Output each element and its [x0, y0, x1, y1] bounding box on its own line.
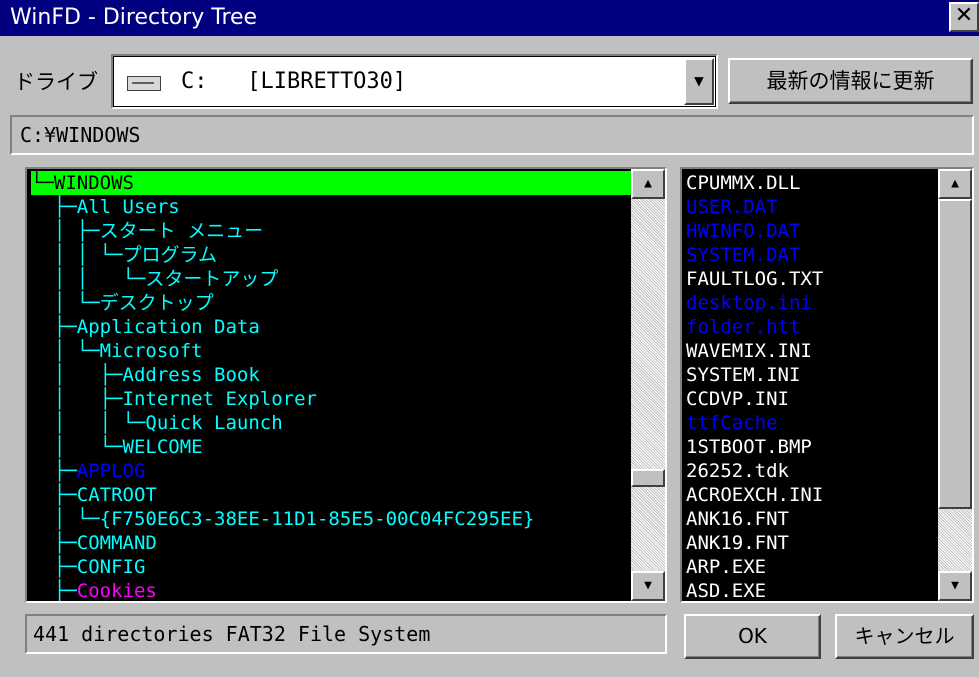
tree-item-label: Quick Launch [145, 412, 283, 434]
tree-item[interactable]: │ │ └─Quick Launch [31, 411, 633, 435]
file-scroll-up-button[interactable]: ▲ [938, 169, 972, 199]
tree-item-label: Internet Explorer [122, 388, 317, 410]
tree-connector: │ └─ [31, 508, 100, 530]
directory-tree-dialog: WinFD - Directory Tree ✕ ドライブ C: [LIBRET… [0, 0, 979, 677]
current-path: C:¥WINDOWS [10, 115, 974, 155]
close-button[interactable]: ✕ [949, 2, 979, 32]
tree-item-label: WINDOWS [53, 172, 134, 194]
tree-item-label: CONFIG [76, 556, 146, 578]
file-item[interactable]: ARP.EXE [686, 555, 936, 579]
tree-connector: └─ [31, 172, 54, 194]
file-item[interactable]: ASD.EXE [686, 579, 936, 601]
tree-item-label: プログラム [122, 244, 217, 266]
tree-connector: ├─ [31, 196, 77, 218]
cancel-button[interactable]: キャンセル [835, 614, 974, 659]
tree-item[interactable]: │ └─Microsoft [31, 339, 633, 363]
tree-connector: │ └─ [31, 292, 100, 314]
tree-connector: │ ├─ [31, 220, 100, 242]
tree-item[interactable]: │ ├─Internet Explorer [31, 387, 633, 411]
file-item[interactable]: CPUMMX.DLL [686, 171, 936, 195]
tree-item-label: CATROOT [76, 484, 157, 506]
status-text: 441 directories FAT32 File System [25, 614, 667, 654]
tree-item-label: スタートアップ [145, 268, 279, 290]
tree-item[interactable]: │ │ └─プログラム [31, 243, 633, 267]
file-item[interactable]: USER.DAT [686, 195, 936, 219]
tree-item[interactable]: ├─CATROOT [31, 483, 633, 507]
tree-connector: │ ├─ [31, 388, 123, 410]
tree-item-label: COMMAND [76, 532, 157, 554]
drive-dropdown-button[interactable]: ▼ [684, 58, 714, 105]
tree-item-label: スタート メニュー [99, 220, 264, 242]
tree-item[interactable]: ├─All Users [31, 195, 633, 219]
file-item[interactable]: folder.htt [686, 315, 936, 339]
tree-item[interactable]: │ └─{F750E6C3-38EE-11D1-85E5-00C04FC295E… [31, 507, 633, 531]
tree-item[interactable]: │ └─デスクトップ [31, 291, 633, 315]
file-list[interactable]: CPUMMX.DLL USER.DAT HWINFO.DAT SYSTEM.DAT FA… [680, 167, 974, 603]
tree-connector: │ └─ [31, 436, 123, 458]
directory-tree-list: └─WINDOWS ├─All Users │ ├─スタート メニュー │ │ … [31, 171, 633, 602]
window-title: WinFD - Directory Tree [10, 5, 258, 30]
drive-label: ドライブ [14, 70, 98, 94]
title-bar: WinFD - Directory Tree ✕ [0, 0, 979, 36]
tree-item-label: {F750E6C3-38EE-11D1-85E5-00C04FC295EE} [99, 508, 535, 530]
file-item[interactable]: 26252.tdk [686, 459, 936, 483]
file-item[interactable]: CCDVP.INI [686, 387, 936, 411]
tree-scroll-down-button[interactable]: ▼ [631, 571, 665, 601]
file-item[interactable]: WAVEMIX.INI [686, 339, 936, 363]
ok-button[interactable]: OK [684, 614, 821, 659]
file-item[interactable]: ANK19.FNT [686, 531, 936, 555]
tree-item-label: Microsoft [99, 340, 203, 362]
tree-connector: ├─ [31, 580, 77, 602]
tree-connector: │ │ └─ [31, 412, 146, 434]
file-scroll-thumb[interactable] [938, 199, 972, 509]
tree-connector: ├─ [31, 316, 77, 338]
tree-connector: ├─ [31, 460, 77, 482]
tree-item[interactable]: ├─Application Data [31, 315, 633, 339]
file-item[interactable]: SYSTEM.DAT [686, 243, 936, 267]
tree-item-label: Application Data [76, 316, 260, 338]
drive-select[interactable]: C: [LIBRETTO30] ▼ [111, 54, 718, 109]
tree-connector: │ │ └─ [31, 244, 123, 266]
tree-item[interactable]: │ ├─スタート メニュー [31, 219, 633, 243]
drive-select-value: C: [LIBRETTO30] [181, 69, 407, 94]
tree-item-label: Cookies [76, 580, 157, 602]
tree-scroll-thumb[interactable] [631, 469, 665, 487]
tree-connector: ├─ [31, 532, 77, 554]
tree-connector: │ ├─ [31, 364, 123, 386]
tree-item-label: WELCOME [122, 436, 203, 458]
tree-item-label: All Users [76, 196, 180, 218]
tree-scroll-up-button[interactable]: ▲ [631, 169, 665, 199]
file-item[interactable]: desktop.ini [686, 291, 936, 315]
tree-item[interactable]: ├─APPLOG [31, 459, 633, 483]
file-item[interactable]: ACROEXCH.INI [686, 483, 936, 507]
tree-item[interactable]: ├─CONFIG [31, 555, 633, 579]
tree-connector: │ │ └─ [31, 268, 146, 290]
tree-item[interactable]: │ ├─Address Book [31, 363, 633, 387]
file-scrollbar[interactable]: ▲ ▼ [938, 169, 972, 601]
refresh-button[interactable]: 最新の情報に更新 [728, 58, 973, 104]
tree-item[interactable]: ├─COMMAND [31, 531, 633, 555]
tree-item-label: APPLOG [76, 460, 146, 482]
file-item[interactable]: ttfCache [686, 411, 936, 435]
tree-item[interactable]: └─WINDOWS [31, 171, 633, 195]
tree-item-label: デスクトップ [99, 292, 214, 314]
file-list-items: CPUMMX.DLL USER.DAT HWINFO.DAT SYSTEM.DAT FA… [686, 171, 936, 601]
file-item[interactable]: HWINFO.DAT [686, 219, 936, 243]
file-item[interactable]: ANK16.FNT [686, 507, 936, 531]
tree-item[interactable]: │ └─WELCOME [31, 435, 633, 459]
tree-connector: ├─ [31, 484, 77, 506]
directory-tree[interactable]: └─WINDOWS ├─All Users │ ├─スタート メニュー │ │ … [25, 167, 667, 603]
file-scroll-down-button[interactable]: ▼ [938, 571, 972, 601]
tree-item[interactable]: │ │ └─スタートアップ [31, 267, 633, 291]
tree-connector: ├─ [31, 556, 77, 578]
tree-item-label: Address Book [122, 364, 260, 386]
tree-connector: │ └─ [31, 340, 100, 362]
file-item[interactable]: 1STBOOT.BMP [686, 435, 936, 459]
tree-scrollbar[interactable]: ▲ ▼ [631, 169, 665, 601]
hard-drive-icon [127, 76, 161, 91]
file-item[interactable]: FAULTLOG.TXT [686, 267, 936, 291]
tree-item[interactable]: ├─Cookies [31, 579, 633, 602]
file-item[interactable]: SYSTEM.INI [686, 363, 936, 387]
